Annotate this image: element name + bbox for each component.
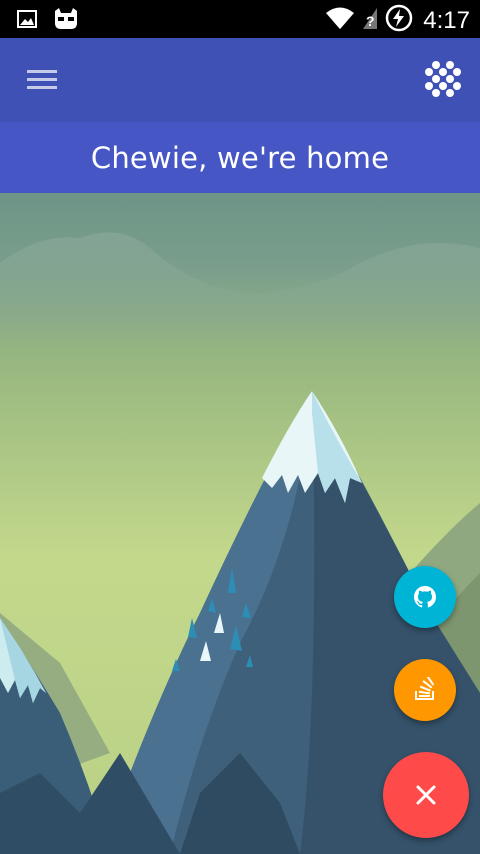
no-signal-icon: ? [361, 5, 379, 36]
hamburger-menu-icon [27, 70, 57, 89]
svg-text:?: ? [366, 13, 375, 29]
status-time: 4:17 [423, 6, 470, 34]
status-bar: ? 4:17 [0, 0, 480, 38]
stackoverflow-icon [415, 677, 435, 700]
image-icon [16, 8, 38, 35]
app-toolbar [0, 38, 480, 122]
header-strip: Chewie, we're home [0, 122, 480, 193]
close-fab[interactable] [383, 752, 469, 838]
close-icon [416, 785, 436, 805]
github-icon [414, 586, 436, 608]
stackoverflow-fab[interactable] [394, 659, 456, 721]
dots-grid-icon [425, 61, 461, 97]
dots-grid-button[interactable] [422, 58, 464, 100]
battery-charging-icon [385, 4, 413, 37]
wifi-icon [325, 5, 355, 36]
page-title: Chewie, we're home [90, 140, 390, 175]
cyanogen-icon [52, 7, 80, 36]
menu-button[interactable] [20, 62, 64, 98]
github-fab[interactable] [394, 566, 456, 628]
